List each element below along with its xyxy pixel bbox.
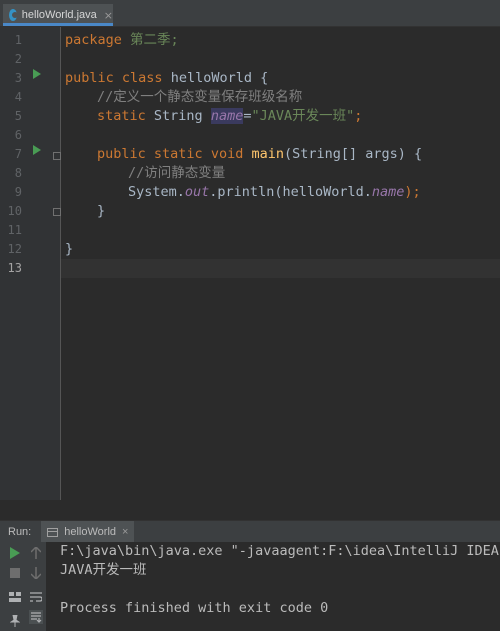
string-literal: "JAVA开发一班" [251, 108, 355, 124]
console-line-output: JAVA开发一班 [60, 562, 147, 578]
run-label: Run: [8, 526, 32, 538]
line-number: 3 [14, 71, 22, 85]
comment: //访问静态变量 [128, 165, 226, 181]
keyword: static [153, 146, 203, 162]
editor-tab-bar: helloWorld.java × [0, 0, 500, 27]
statement-end: ); [404, 184, 421, 200]
run-main-icon[interactable] [33, 145, 41, 155]
run-panel-header: Run: helloWorld × [0, 520, 500, 543]
run-tab-label: helloWorld [64, 526, 117, 538]
layout-icon[interactable] [8, 590, 22, 604]
scroll-up-icon[interactable] [29, 546, 43, 560]
field-name: name [210, 108, 244, 124]
pin-icon[interactable] [8, 614, 22, 628]
fold-start-icon[interactable] [53, 152, 61, 160]
keyword: package [65, 32, 122, 48]
close-tab-icon[interactable]: × [104, 9, 113, 22]
console-icon [47, 527, 59, 537]
line-number: 11 [7, 223, 22, 237]
field-ref: name [371, 184, 405, 200]
console-output[interactable]: F:\java\bin\java.exe "-javaagent:F:\idea… [47, 542, 500, 631]
run-class-icon[interactable] [33, 69, 41, 79]
line-number: 7 [14, 147, 22, 161]
code-line-7: public static void main(String[] args) { [61, 145, 500, 164]
stop-icon[interactable] [8, 566, 22, 580]
run-tab-helloworld[interactable]: helloWorld × [41, 521, 135, 543]
package-name: 第二季; [121, 32, 179, 48]
type-name: String [145, 108, 211, 124]
code-line-4: //定义一个静态变量保存班级名称 [61, 88, 500, 107]
line-number: 4 [14, 90, 22, 104]
code-line-5: static String name="JAVA开发一班"; [61, 107, 500, 126]
close-run-tab-icon[interactable]: × [122, 526, 128, 538]
code-line-10: } [61, 202, 500, 221]
soft-wrap-icon[interactable] [29, 590, 43, 604]
comment: //定义一个静态变量保存班级名称 [97, 89, 303, 105]
method-name: main [251, 146, 285, 162]
active-tab-indicator [3, 23, 113, 26]
keyword: public [97, 146, 146, 162]
code-line-1: package 第二季; [61, 31, 500, 50]
editor-gutter[interactable]: 1 2 3 4 5 6 7 8 9 10 11 12 13 [0, 27, 61, 500]
line-number: 1 [14, 33, 22, 47]
code-line-8: //访问静态变量 [61, 164, 500, 183]
code-line-9: System.out.println(helloWorld.name); [61, 183, 500, 202]
scroll-to-end-icon[interactable] [29, 610, 43, 624]
class-ref: System. [128, 184, 185, 200]
console-line-exit: Process finished with exit code 0 [60, 600, 329, 616]
code-editor[interactable]: package 第二季; public class helloWorld { /… [61, 27, 500, 500]
brace: } [97, 203, 106, 219]
line-number-current: 13 [7, 261, 22, 275]
line-number: 10 [7, 204, 22, 218]
keyword: public [65, 70, 114, 86]
method-params: (String[] args) { [284, 146, 423, 162]
scroll-down-icon[interactable] [29, 566, 43, 580]
line-number: 12 [7, 242, 22, 256]
brace: } [65, 241, 74, 257]
semicolon: ; [354, 108, 363, 124]
line-number: 5 [14, 109, 22, 123]
method-call: .println(helloWorld. [209, 184, 372, 200]
console-line-command: F:\java\bin\java.exe "-javaagent:F:\idea… [60, 543, 500, 559]
keyword: static [97, 108, 146, 124]
line-number: 9 [14, 185, 22, 199]
keyword: void [210, 146, 244, 162]
tab-label: helloWorld.java [21, 9, 97, 21]
code-line-12: } [61, 240, 500, 259]
current-line-highlight [61, 259, 500, 278]
java-class-icon [9, 9, 18, 21]
rerun-icon[interactable] [8, 546, 22, 560]
fold-end-icon[interactable] [53, 208, 61, 216]
keyword: class [121, 70, 163, 86]
class-name: helloWorld { [162, 70, 269, 86]
line-number: 8 [14, 166, 22, 180]
line-number: 2 [14, 52, 22, 66]
line-number: 6 [14, 128, 22, 142]
field-ref: out [184, 184, 210, 200]
code-line-3: public class helloWorld { [61, 69, 500, 88]
tab-helloworld-java[interactable]: helloWorld.java × [3, 4, 113, 26]
run-toolbar [0, 542, 47, 631]
